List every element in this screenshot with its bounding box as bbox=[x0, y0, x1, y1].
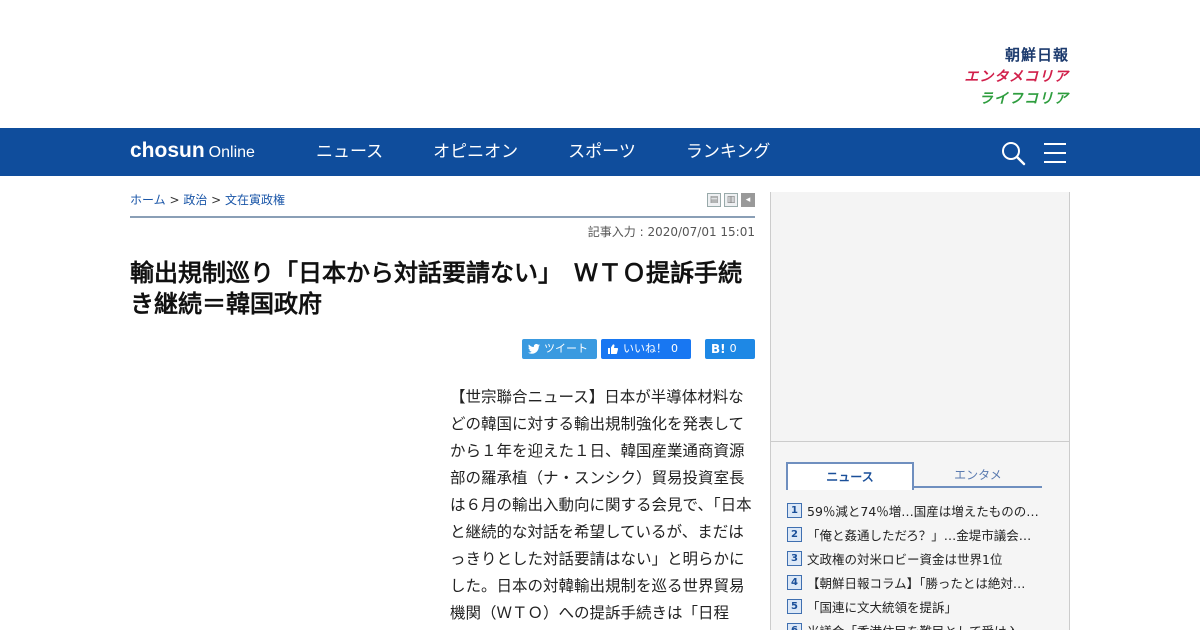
article-body: 【世宗聯合ニュース】日本が半導体材料などの韓国に対する輸出規制強化を発表してから… bbox=[450, 388, 752, 622]
chosun-online-logo[interactable]: chosun Online bbox=[130, 140, 255, 164]
sidebar: ニュース エンタメ 1 59％減と74％増…国産は増えたものの… 2 「俺と姦通した… bbox=[770, 192, 1070, 630]
rank-number: 1 bbox=[787, 502, 802, 518]
nav-icons bbox=[1000, 140, 1068, 166]
back-icon[interactable]: ◂ bbox=[741, 193, 755, 207]
article-tools: ▤ ▥ ◂ bbox=[707, 193, 755, 207]
ad-slot bbox=[771, 192, 1069, 442]
list-item[interactable]: 5 「国連に文大統領を提訴」 bbox=[787, 594, 1057, 618]
list-item[interactable]: 4 【朝鮮日報コラム】「勝ったとは絶対… bbox=[787, 570, 1057, 594]
rank-number: 4 bbox=[787, 574, 802, 590]
rank-title: 米議会「香港住民を難民として受け入… bbox=[807, 621, 1032, 630]
rank-number: 6 bbox=[787, 622, 802, 630]
search-icon[interactable] bbox=[1000, 140, 1026, 166]
rank-title: 59％減と74％増…国産は増えたものの… bbox=[807, 503, 1039, 519]
breadcrumb-home[interactable]: ホーム bbox=[130, 193, 166, 207]
chosunilbo-logo[interactable]: 朝鮮日報 bbox=[964, 44, 1069, 66]
breadcrumb: ホーム > 政治 > 文在寅政権 bbox=[130, 191, 285, 208]
print-icon[interactable]: ▤ bbox=[707, 193, 721, 207]
life-korea-logo[interactable]: ライフコリア bbox=[964, 88, 1069, 110]
twitter-bird-icon bbox=[528, 344, 540, 354]
top-header: 朝鮮日報 エンタメコリア ライフコリア bbox=[0, 0, 1200, 128]
breadcrumb-moon-administration[interactable]: 文在寅政権 bbox=[225, 193, 285, 207]
tab-news[interactable]: ニュース bbox=[786, 462, 914, 490]
rank-number: 2 bbox=[787, 526, 802, 542]
nav-item-sports[interactable]: スポーツ bbox=[568, 141, 636, 163]
ranking-tabs: ニュース エンタメ bbox=[786, 462, 1042, 490]
main-nav: chosun Online ニュース オピニオン スポーツ ランキング bbox=[0, 128, 1200, 176]
tab-entame[interactable]: エンタメ bbox=[914, 462, 1042, 488]
list-item[interactable]: 1 59％減と74％増…国産は増えたものの… bbox=[787, 498, 1057, 522]
breadcrumb-separator: > bbox=[207, 193, 226, 207]
brand-links: 朝鮮日報 エンタメコリア ライフコリア bbox=[964, 44, 1069, 110]
rank-title: 【朝鮮日報コラム】「勝ったとは絶対… bbox=[807, 575, 1026, 591]
logo-light-text: Online bbox=[208, 144, 255, 161]
like-count: 0 bbox=[671, 342, 678, 355]
breadcrumb-separator: > bbox=[165, 193, 184, 207]
rank-number: 3 bbox=[787, 550, 802, 566]
rank-title: 「国連に文大統領を提訴」 bbox=[807, 599, 958, 615]
article-dateline: 記事入力 : 2020/07/01 15:01 bbox=[587, 225, 755, 239]
ranking-list: 1 59％減と74％増…国産は増えたものの… 2 「俺と姦通しただろ？」…金堤市議会… bbox=[787, 498, 1057, 630]
like-label: いいね！ bbox=[623, 342, 667, 355]
hatena-bookmark-button[interactable]: B! 0 bbox=[705, 339, 755, 359]
hamburger-menu-icon[interactable] bbox=[1042, 140, 1068, 166]
nav-menu: ニュース オピニオン スポーツ ランキング bbox=[316, 141, 770, 163]
list-item[interactable]: 2 「俺と姦通しただろ？」…金堤市議会… bbox=[787, 522, 1057, 546]
rank-title: 「俺と姦通しただろ？」…金堤市議会… bbox=[807, 527, 1032, 543]
entame-korea-logo[interactable]: エンタメコリア bbox=[964, 66, 1069, 88]
nav-item-news[interactable]: ニュース bbox=[316, 141, 383, 163]
nav-item-opinion[interactable]: オピニオン bbox=[433, 141, 518, 163]
tweet-label: ツイート bbox=[544, 342, 588, 355]
logo-bold-text: chosun bbox=[130, 139, 205, 162]
text-size-icon[interactable]: ▥ bbox=[724, 193, 738, 207]
divider bbox=[130, 216, 755, 218]
share-buttons: ツイート いいね！ 0 B! 0 bbox=[522, 339, 755, 359]
hatena-icon: B! bbox=[711, 342, 726, 356]
rank-number: 5 bbox=[787, 598, 802, 614]
nav-item-ranking[interactable]: ランキング bbox=[686, 141, 771, 163]
list-item[interactable]: 6 米議会「香港住民を難民として受け入… bbox=[787, 618, 1057, 630]
breadcrumb-politics[interactable]: 政治 bbox=[183, 193, 207, 207]
tweet-button[interactable]: ツイート bbox=[522, 339, 597, 359]
facebook-like-button[interactable]: いいね！ 0 bbox=[601, 339, 691, 359]
list-item[interactable]: 3 文政権の対米ロビー資金は世界1位 bbox=[787, 546, 1057, 570]
thumbs-up-icon bbox=[608, 344, 619, 355]
hatena-count: 0 bbox=[729, 342, 737, 355]
article-headline: 輸出規制巡り「日本から対話要請ない」 ＷＴＯ提訴手続き継続＝韓国政府 bbox=[130, 259, 742, 318]
rank-title: 文政権の対米ロビー資金は世界1位 bbox=[807, 551, 1003, 567]
